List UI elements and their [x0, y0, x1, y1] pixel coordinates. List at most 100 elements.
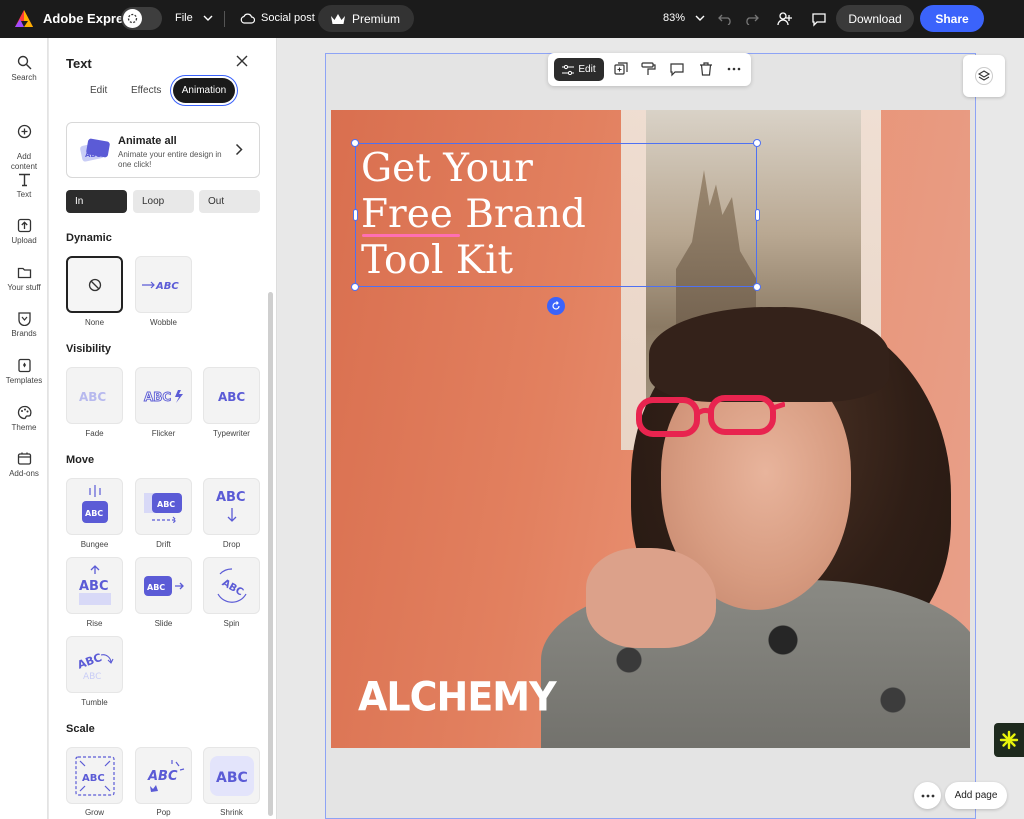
resize-handle-top-right[interactable] — [753, 139, 761, 147]
zoom-level: 83% — [663, 12, 686, 24]
invite-icon[interactable] — [776, 10, 794, 28]
rail-label: Text — [16, 190, 32, 199]
animate-all-card[interactable]: ABC Animate all Animate your entire desi… — [66, 122, 260, 178]
preset-label: None — [84, 318, 105, 327]
preset-tumble[interactable]: ABC ABC — [66, 636, 123, 693]
rail-item-your-stuff[interactable]: Your stuff — [0, 265, 48, 292]
preset-label: Tumble — [81, 698, 108, 707]
preset-label: Shrink — [220, 808, 243, 817]
upload-icon — [17, 218, 31, 233]
chevron-down-icon — [695, 15, 705, 21]
assistant-button[interactable] — [994, 723, 1024, 757]
add-page-button[interactable]: Add page — [945, 782, 1007, 809]
resize-handle-left[interactable] — [353, 209, 358, 221]
rail-item-theme[interactable]: Theme — [0, 405, 48, 432]
svg-text:ABC: ABC — [82, 773, 105, 784]
rotate-handle[interactable] — [547, 297, 565, 315]
rail-item-templates[interactable]: Templates — [0, 358, 48, 385]
svg-text:ABC: ABC — [216, 770, 248, 786]
sparkle-icon — [127, 13, 138, 24]
rail-label: Add-ons — [9, 469, 39, 478]
resize-handle-top-left[interactable] — [351, 139, 359, 147]
resize-handle-right[interactable] — [755, 209, 760, 221]
section-visibility: Visibility — [66, 343, 112, 355]
more-icon[interactable] — [726, 61, 742, 77]
tab-animation[interactable]: Animation — [173, 78, 235, 103]
file-menu[interactable]: File — [175, 12, 213, 24]
addons-icon — [17, 452, 31, 465]
resize-handle-bottom-left[interactable] — [351, 283, 359, 291]
close-icon[interactable] — [235, 54, 249, 68]
resize-handle-bottom-right[interactable] — [753, 283, 761, 291]
edit-label: Edit — [578, 64, 596, 75]
segment-out[interactable]: Out — [199, 190, 260, 213]
page-more-button[interactable] — [914, 782, 941, 809]
animate-all-title: Animate all — [118, 135, 177, 147]
share-button[interactable]: Share — [920, 5, 984, 32]
fade-preview-icon: ABC — [79, 390, 106, 404]
preset-slide[interactable]: ABC — [135, 557, 192, 614]
preset-spin[interactable]: ABC — [203, 557, 260, 614]
preset-bungee[interactable]: ABC — [66, 478, 123, 535]
edit-button[interactable]: Edit — [554, 58, 604, 81]
rail-item-upload[interactable]: Upload — [0, 218, 48, 245]
zoom-control[interactable]: 83% — [663, 12, 705, 24]
preset-flicker[interactable]: ABC — [135, 367, 192, 424]
woman-bangs — [649, 307, 889, 402]
doc-type[interactable]: Social post — [240, 12, 315, 24]
panel-scrollbar[interactable] — [268, 292, 273, 816]
text-panel: Text Edit Effects Animation ABC Animate … — [49, 38, 277, 819]
rail-label: Brands — [11, 329, 37, 338]
text-selection-box[interactable] — [355, 143, 757, 287]
preset-fade[interactable]: ABC — [66, 367, 123, 424]
left-rail: Search Add content Text Upload Your stuf… — [0, 38, 48, 819]
alchemy-logo[interactable]: ALCHEMY — [358, 674, 557, 720]
rail-label: Templates — [5, 376, 43, 385]
rail-item-add-ons[interactable]: Add-ons — [0, 451, 48, 478]
preset-label: Drop — [222, 540, 241, 549]
rail-item-add-content[interactable]: Add content — [0, 114, 48, 172]
text-icon — [18, 173, 30, 187]
layers-button[interactable] — [963, 55, 1005, 97]
tab-edit[interactable]: Edit — [90, 85, 107, 96]
preset-rise[interactable]: ABC — [66, 557, 123, 614]
redo-icon[interactable] — [742, 10, 760, 28]
preset-grow[interactable]: ABC — [66, 747, 123, 804]
segment-loop[interactable]: Loop — [133, 190, 194, 213]
premium-button[interactable]: Premium — [318, 5, 415, 32]
mode-toggle[interactable] — [121, 7, 162, 30]
rail-item-brands[interactable]: Brands — [0, 311, 48, 338]
chevron-right-icon — [235, 143, 243, 156]
preset-typewriter[interactable]: ABC — [203, 367, 260, 424]
cloud-icon — [240, 13, 255, 24]
preset-drop[interactable]: ABC — [203, 478, 260, 535]
preset-label: Wobble — [150, 318, 177, 327]
preset-wobble[interactable]: ABC — [135, 256, 192, 313]
preset-none[interactable] — [66, 256, 123, 313]
undo-icon[interactable] — [716, 10, 734, 28]
preset-label: Fade — [85, 429, 104, 438]
preset-pop[interactable]: ABC — [135, 747, 192, 804]
chevron-down-icon — [203, 15, 213, 21]
preset-label: Pop — [156, 808, 171, 817]
segment-in[interactable]: In — [66, 190, 127, 213]
preset-drift[interactable]: ABC — [135, 478, 192, 535]
rail-item-text[interactable]: Text — [0, 172, 48, 199]
svg-text:ABC: ABC — [79, 390, 106, 404]
trash-icon[interactable] — [698, 61, 714, 77]
floating-toolbar: Edit — [548, 53, 751, 86]
typewriter-preview-icon: ABC — [218, 390, 245, 404]
tab-effects[interactable]: Effects — [131, 85, 161, 96]
paint-format-icon[interactable] — [640, 61, 656, 77]
preset-shrink[interactable]: ABC — [203, 747, 260, 804]
templates-icon — [17, 358, 31, 373]
adobe-express-logo-icon[interactable] — [14, 9, 34, 29]
download-button[interactable]: Download — [836, 5, 914, 32]
top-bar: Adobe Express File Social post Premium 8… — [0, 0, 1024, 38]
comment-icon[interactable] — [810, 10, 828, 28]
animate-all-desc: Animate your entire design in one click! — [118, 150, 222, 169]
comment-icon[interactable] — [669, 61, 685, 77]
duplicate-icon[interactable] — [613, 61, 629, 77]
brand-icon — [17, 312, 31, 326]
rail-item-search[interactable]: Search — [0, 55, 48, 82]
